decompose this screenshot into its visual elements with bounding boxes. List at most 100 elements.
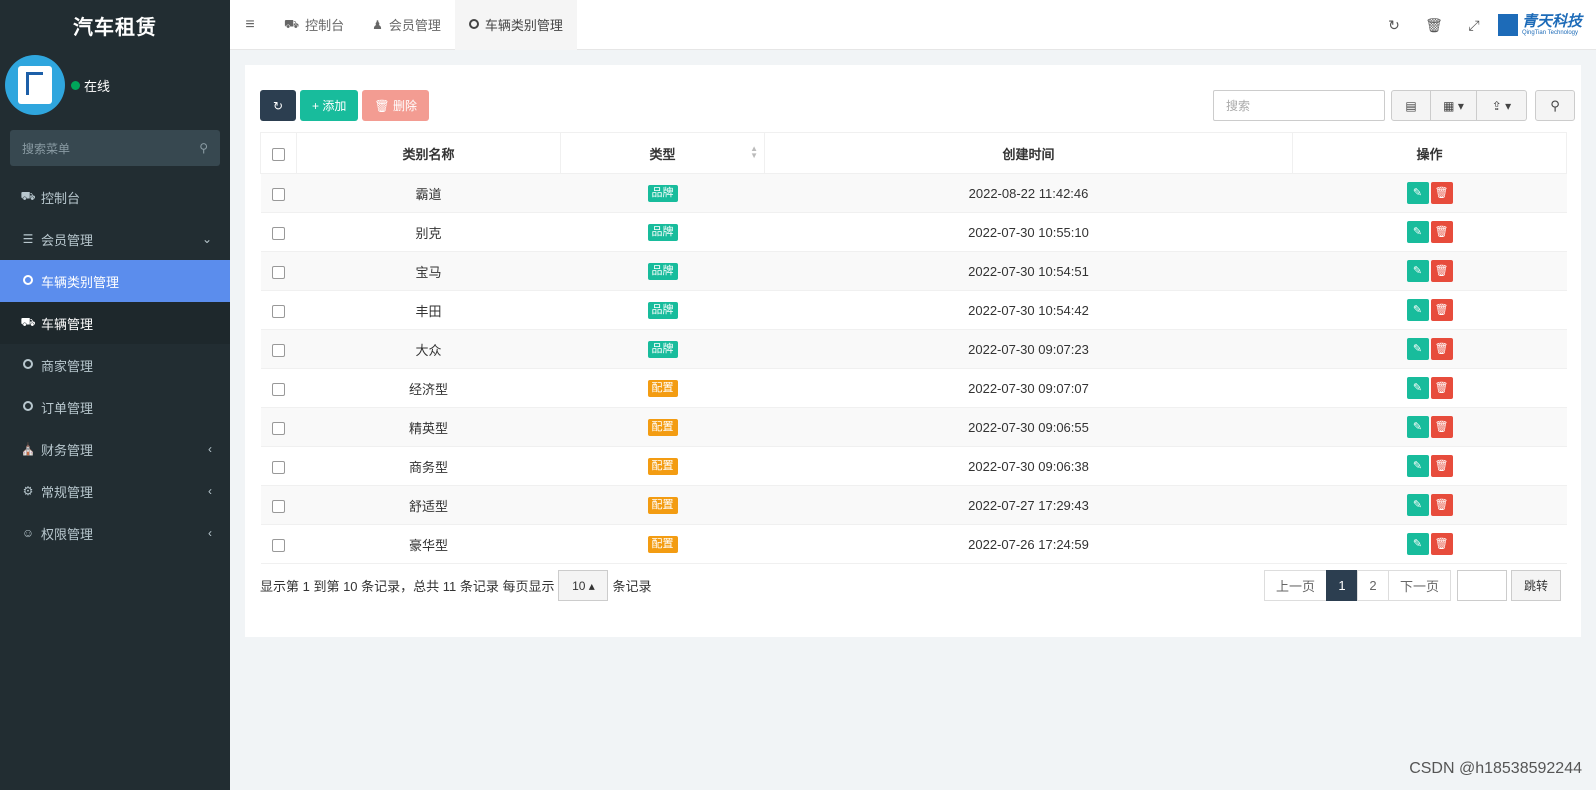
columns-button[interactable]: ▦ ▾ (1431, 90, 1477, 121)
sidebar-item-orders[interactable]: 订单管理 (0, 386, 230, 428)
edit-button[interactable]: ✎ (1406, 260, 1429, 282)
sidebar-item-finance[interactable]: ⛪ 财务管理 ‹ (0, 428, 230, 470)
pencil-icon: ✎ (1412, 187, 1423, 199)
row-checkbox[interactable] (260, 290, 297, 330)
edit-button[interactable]: ✎ (1406, 221, 1429, 243)
menu-search-input[interactable]: 搜索菜单 ⚲ (10, 130, 220, 166)
delete-row-button[interactable]: 🗑 (1430, 338, 1453, 360)
delete-row-button[interactable]: 🗑 (1430, 260, 1453, 282)
chevron-left-icon: ‹ (208, 484, 212, 498)
delete-row-button[interactable]: 🗑 (1430, 494, 1453, 516)
table-row: 别克 品牌 2022-07-30 10:55:10 ✎ 🗑 (260, 212, 1567, 252)
edit-button[interactable]: ✎ (1406, 377, 1429, 399)
col-header-name[interactable]: 类别名称 (296, 132, 561, 174)
sidebar-item-dashboard[interactable]: ⛟ 控制台 (0, 176, 230, 218)
row-checkbox[interactable] (260, 329, 297, 369)
trash-icon: 🗑 (1434, 499, 1449, 511)
table-row: 精英型 配置 2022-07-30 09:06:55 ✎ 🗑 (260, 407, 1567, 447)
export-button[interactable]: ⇪ ▾ (1477, 90, 1527, 121)
menu-toggle-icon[interactable]: ≡ (230, 16, 270, 34)
edit-button[interactable]: ✎ (1406, 494, 1429, 516)
row-checkbox[interactable] (260, 251, 297, 291)
select-all-checkbox[interactable] (260, 132, 297, 174)
row-checkbox[interactable] (260, 446, 297, 486)
delete-row-button[interactable]: 🗑 (1430, 221, 1453, 243)
type-cell: 配置 (560, 446, 765, 486)
edit-button[interactable]: ✎ (1406, 416, 1429, 438)
edit-button[interactable]: ✎ (1406, 299, 1429, 321)
trash-icon: 🗑 (1434, 343, 1449, 355)
created-time: 2022-07-30 09:06:38 (764, 446, 1293, 486)
page-size-select[interactable]: 10 ▴ (558, 570, 609, 601)
delete-row-button[interactable]: 🗑 (1430, 455, 1453, 477)
pencil-icon: ✎ (1412, 304, 1423, 316)
sidebar-menu: ⛟ 控制台 ☰ 会员管理 ⌄ 车辆类别管理 ⛟ 车辆管理 商家管理 订单管理 ⛪ 财务管理… (0, 176, 230, 554)
tab-members[interactable]: ♟ 会员管理 (358, 0, 455, 50)
delete-row-button[interactable]: 🗑 (1430, 533, 1453, 555)
circle-icon (468, 18, 479, 32)
toggle-view-button[interactable]: ▤ (1391, 90, 1431, 121)
sidebar-item-permissions[interactable]: ☺ 权限管理 ‹ (0, 512, 230, 554)
delete-row-button[interactable]: 🗑 (1430, 377, 1453, 399)
delete-button[interactable]: 🗑 删除 (362, 90, 429, 121)
row-checkbox[interactable] (260, 485, 297, 525)
type-badge: 配置 (647, 497, 678, 514)
pencil-icon: ✎ (1412, 460, 1423, 472)
table-header-row: 类别名称 类型 ▲ ▼ 创建时间 操作 (260, 132, 1567, 174)
search-icon[interactable]: ⚲ (199, 141, 208, 155)
page-button-2[interactable]: 2 (1357, 570, 1389, 601)
edit-button[interactable]: ✎ (1406, 533, 1429, 555)
row-checkbox[interactable] (260, 212, 297, 252)
sidebar-item-members[interactable]: ☰ 会员管理 ⌄ (0, 218, 230, 260)
category-name: 别克 (296, 212, 561, 252)
grid-icon: ▦ ▾ (1443, 98, 1464, 113)
table-search-input[interactable]: 搜索 (1213, 90, 1385, 121)
refresh-button[interactable]: ↻ (260, 90, 296, 121)
page-button-1[interactable]: 1 (1326, 570, 1358, 601)
edit-button[interactable]: ✎ (1406, 182, 1429, 204)
col-header-created[interactable]: 创建时间 (764, 132, 1293, 174)
advanced-search-button[interactable]: ⚲ (1535, 90, 1575, 121)
category-name: 经济型 (296, 368, 561, 408)
fullscreen-icon[interactable]: ⤢ (1454, 17, 1494, 34)
table-row: 经济型 配置 2022-07-30 09:07:07 ✎ 🗑 (260, 368, 1567, 408)
delete-row-button[interactable]: 🗑 (1430, 182, 1453, 204)
created-time: 2022-07-30 10:54:42 (764, 290, 1293, 330)
category-table: 类别名称 类型 ▲ ▼ 创建时间 操作 霸道 品牌 2022-08-22 11:42:4… (260, 132, 1567, 564)
row-checkbox[interactable] (260, 173, 297, 213)
refresh-icon[interactable]: ↻ (1374, 17, 1414, 34)
tab-vehicle-category[interactable]: 车辆类别管理 (454, 0, 577, 50)
delete-row-button[interactable]: 🗑 (1430, 299, 1453, 321)
row-checkbox[interactable] (260, 407, 297, 447)
prev-page-button[interactable]: 上一页 (1264, 570, 1327, 601)
edit-button[interactable]: ✎ (1406, 455, 1429, 477)
trash-icon: 🗑 (1434, 187, 1449, 199)
trash-icon[interactable]: 🗑 (1414, 17, 1454, 34)
sidebar: 汽车租赁 在线 搜索菜单 ⚲ ⛟ 控制台 ☰ 会员管理 ⌄ 车辆类别管理 ⛟ 车辆管理 … (0, 0, 230, 790)
avatar (5, 55, 65, 115)
jump-page-input[interactable] (1457, 570, 1507, 601)
plus-icon: + (312, 98, 323, 113)
type-badge: 品牌 (647, 185, 678, 202)
sidebar-item-general[interactable]: ⚙ 常规管理 ‹ (0, 470, 230, 512)
next-page-button[interactable]: 下一页 (1388, 570, 1451, 601)
sidebar-item-vehicles[interactable]: ⛟ 车辆管理 (0, 302, 230, 344)
delete-row-button[interactable]: 🗑 (1430, 416, 1453, 438)
actions-cell: ✎ 🗑 (1292, 446, 1567, 486)
table-body: 霸道 品牌 2022-08-22 11:42:46 ✎ 🗑 别克 品牌 2022-07-30 … (260, 173, 1567, 564)
sidebar-item-vehicle-category[interactable]: 车辆类别管理 (0, 260, 230, 302)
caret-up-icon: ▴ (585, 578, 595, 593)
row-checkbox[interactable] (260, 524, 297, 564)
table-toolbar: ↻ + 添加 🗑 删除 (260, 90, 433, 121)
row-checkbox[interactable] (260, 368, 297, 408)
col-header-type[interactable]: 类型 ▲ ▼ (560, 132, 765, 174)
add-button[interactable]: + 添加 (300, 90, 359, 121)
tab-dashboard[interactable]: ⛟ 控制台 (270, 0, 358, 50)
chevron-left-icon: ‹ (208, 442, 212, 456)
actions-cell: ✎ 🗑 (1292, 173, 1567, 213)
export-icon: ⇪ ▾ (1491, 98, 1512, 113)
created-time: 2022-07-30 09:07:07 (764, 368, 1293, 408)
jump-button[interactable]: 跳转 (1511, 570, 1561, 601)
edit-button[interactable]: ✎ (1406, 338, 1429, 360)
sidebar-item-merchants[interactable]: 商家管理 (0, 344, 230, 386)
